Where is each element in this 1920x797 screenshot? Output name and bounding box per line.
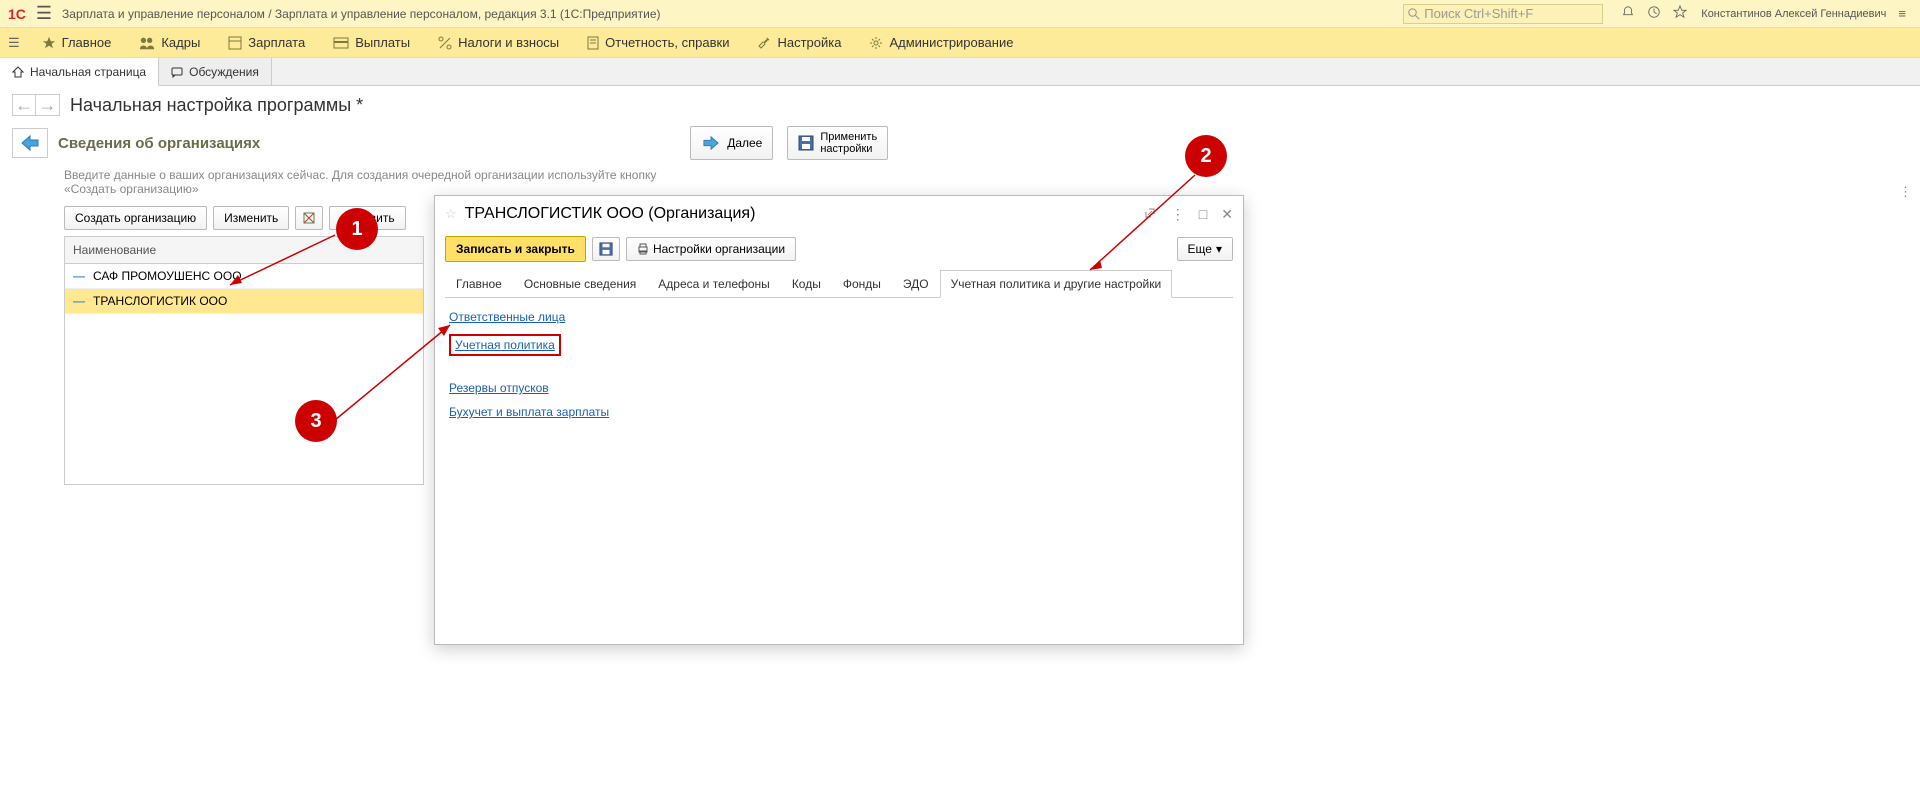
menu-list-icon[interactable]: ☰ xyxy=(8,35,20,51)
calc-icon xyxy=(228,36,242,50)
app-logo: 1C xyxy=(8,6,26,22)
menu-taxes[interactable]: Налоги и взносы xyxy=(424,28,573,57)
doc-icon xyxy=(587,36,599,50)
mark-delete-button[interactable] xyxy=(295,206,323,230)
apply-settings-button[interactable]: Применитьнастройки xyxy=(787,126,888,160)
callout-2: 2 xyxy=(1185,135,1227,177)
table-row[interactable]: —ТРАНСЛОГИСТИК ООО xyxy=(65,289,423,314)
dialog-title: ТРАНСЛОГИСТИК ООО (Организация) xyxy=(465,205,1129,223)
user-name[interactable]: Константинов Алексей Геннадиевич xyxy=(1701,8,1886,20)
arrow-left-icon xyxy=(19,134,41,152)
menu-admin[interactable]: Администрирование xyxy=(855,28,1027,57)
hint-text: Введите данные о ваших организациях сейч… xyxy=(64,168,664,196)
percent-icon xyxy=(438,36,452,50)
tab-main[interactable]: Главное xyxy=(445,270,513,297)
save-icon xyxy=(798,135,814,151)
link-accounting-payment[interactable]: Бухучет и выплата зарплаты xyxy=(449,405,1229,419)
tab-basic[interactable]: Основные сведения xyxy=(513,270,647,297)
callout-3: 3 xyxy=(295,400,337,442)
menu-reports[interactable]: Отчетность, справки xyxy=(573,28,743,57)
menu-personnel[interactable]: Кадры xyxy=(125,28,214,57)
edit-button[interactable]: Изменить xyxy=(213,206,289,230)
save-icon xyxy=(599,242,613,256)
menu-salary[interactable]: Зарплата xyxy=(214,28,319,57)
row-marker-icon: — xyxy=(73,294,85,308)
home-icon xyxy=(12,66,24,78)
kebab-icon[interactable]: ⋮ xyxy=(1171,206,1185,223)
dialog-header: ☆ ТРАНСЛОГИСТИК ООО (Организация) ⋮ □ ✕ xyxy=(435,196,1243,232)
menu-settings[interactable]: Настройка xyxy=(743,28,855,57)
tab-home[interactable]: Начальная страница xyxy=(0,58,159,86)
tabbar: Начальная страница Обсуждения xyxy=(0,58,1920,86)
star-icon[interactable] xyxy=(1673,5,1687,22)
link-accounting-policy[interactable]: Учетная политика xyxy=(449,334,561,356)
search-placeholder: Поиск Ctrl+Shift+F xyxy=(1424,6,1533,21)
printer-icon xyxy=(637,243,649,255)
nav-forward-button[interactable]: → xyxy=(36,94,60,116)
link-responsible[interactable]: Ответственные лица xyxy=(449,310,1229,324)
arrow-right-icon xyxy=(701,135,721,151)
dialog-tabs: Главное Основные сведения Адреса и телеф… xyxy=(445,270,1233,298)
settings-icon[interactable]: ≡ xyxy=(1898,6,1906,21)
link-vacation-reserves[interactable]: Резервы отпусков xyxy=(449,381,1229,395)
chevron-down-icon: ▾ xyxy=(1216,242,1222,256)
app-title: Зарплата и управление персоналом / Зарпл… xyxy=(62,7,1403,21)
dialog-toolbar: Записать и закрыть Настройки организации… xyxy=(435,232,1243,270)
search-icon xyxy=(1408,8,1420,20)
tab-policy[interactable]: Учетная политика и другие настройки xyxy=(940,270,1173,298)
tab-funds[interactable]: Фонды xyxy=(832,270,892,297)
tab-discuss[interactable]: Обсуждения xyxy=(159,58,272,85)
dialog-body: Ответственные лица Учетная политика Резе… xyxy=(435,298,1243,441)
delete-mark-icon xyxy=(302,211,316,225)
create-org-button[interactable]: Создать организацию xyxy=(64,206,207,230)
breadcrumb-row: ← → Начальная настройка программы * xyxy=(12,94,1908,116)
section-back-button[interactable] xyxy=(12,128,48,158)
menu-payments[interactable]: Выплаты xyxy=(319,28,424,57)
save-button[interactable] xyxy=(592,237,620,261)
link-icon[interactable] xyxy=(1143,206,1157,223)
people-icon xyxy=(139,36,155,50)
chat-icon xyxy=(171,66,183,78)
close-icon[interactable]: ✕ xyxy=(1221,206,1233,223)
bell-icon[interactable] xyxy=(1621,5,1635,22)
tab-addresses[interactable]: Адреса и телефоны xyxy=(647,270,781,297)
star-icon xyxy=(42,36,56,50)
section-title: Сведения об организациях xyxy=(58,135,260,152)
next-button[interactable]: Далее xyxy=(690,126,773,160)
org-dialog: ☆ ТРАНСЛОГИСТИК ООО (Организация) ⋮ □ ✕ … xyxy=(434,195,1244,645)
table-empty-area xyxy=(65,314,423,484)
org-table: Наименование —САФ ПРОМОУШЕНС ООО —ТРАНСЛ… xyxy=(64,236,424,485)
history-icon[interactable] xyxy=(1647,5,1661,22)
search-input[interactable]: Поиск Ctrl+Shift+F xyxy=(1403,4,1603,24)
page-title: Начальная настройка программы * xyxy=(70,95,363,116)
restore-window-icon[interactable]: □ xyxy=(1199,206,1207,222)
nav-back-button[interactable]: ← xyxy=(12,94,36,116)
favorite-star-icon[interactable]: ☆ xyxy=(445,206,457,222)
callout-1: 1 xyxy=(336,208,378,250)
menu-main[interactable]: Главное xyxy=(28,28,126,57)
gear-icon xyxy=(869,36,883,50)
tab-codes[interactable]: Коды xyxy=(781,270,832,297)
save-close-button[interactable]: Записать и закрыть xyxy=(445,236,586,262)
wallet-icon xyxy=(333,37,349,49)
hamburger-icon[interactable]: ☰ xyxy=(36,3,52,24)
row-marker-icon: — xyxy=(73,269,85,283)
kebab-menu[interactable]: ⋮ xyxy=(1899,184,1912,200)
org-settings-button[interactable]: Настройки организации xyxy=(626,237,796,261)
titlebar: 1C ☰ Зарплата и управление персоналом / … xyxy=(0,0,1920,28)
table-row[interactable]: —САФ ПРОМОУШЕНС ООО xyxy=(65,264,423,289)
menubar: ☰ Главное Кадры Зарплата Выплаты Налоги … xyxy=(0,28,1920,58)
more-button[interactable]: Еще ▾ xyxy=(1177,237,1233,261)
tab-edo[interactable]: ЭДО xyxy=(892,270,940,297)
wrench-icon xyxy=(757,36,771,50)
section-header: Сведения об организациях Далее Применить… xyxy=(12,126,1908,160)
